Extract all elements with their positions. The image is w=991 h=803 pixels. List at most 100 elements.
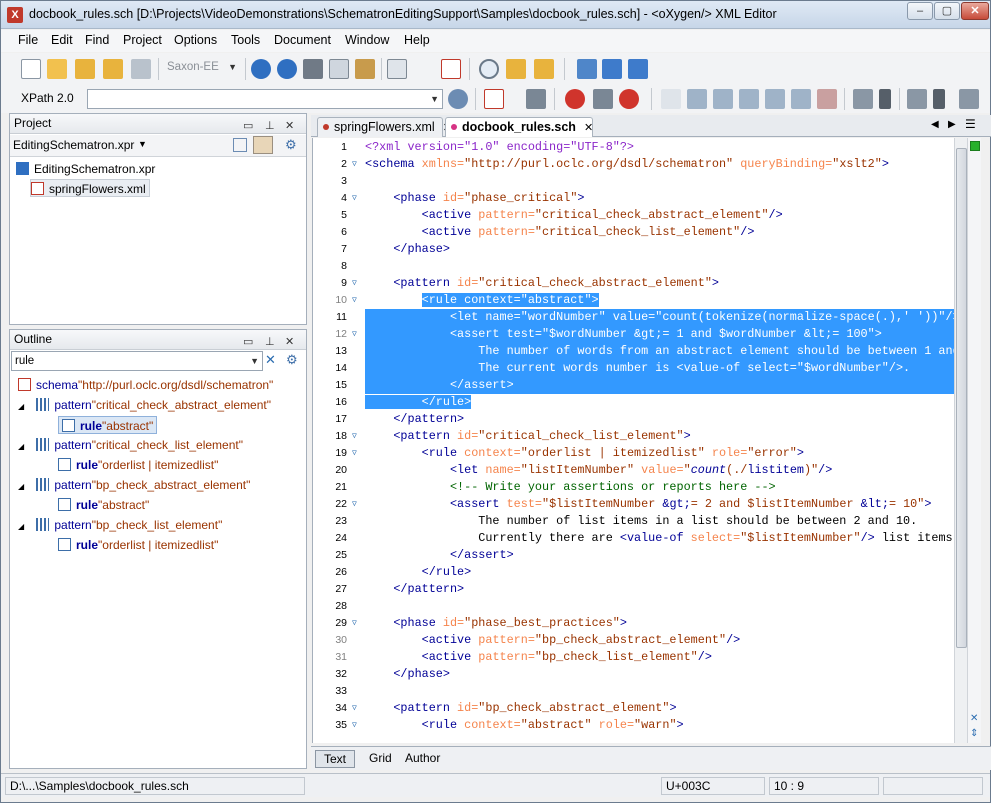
code-line[interactable]: 8 [313, 258, 966, 275]
overflow-icon[interactable] [933, 89, 945, 109]
find-in-files-icon[interactable] [506, 59, 526, 79]
close-panel-icon[interactable]: ✕ [285, 333, 294, 352]
xml-doc-icon[interactable] [687, 89, 707, 109]
restore-icon[interactable]: ▭ [243, 117, 253, 136]
transformer-combo[interactable]: Saxon-EE ▼ [164, 58, 240, 78]
tab-springflowers[interactable]: springFlowers.xml✕ [317, 117, 452, 137]
code-line[interactable]: 32 </phase> [313, 666, 966, 683]
code-line[interactable]: 25 </assert> [313, 547, 966, 564]
close-marker-icon[interactable]: ✕ [970, 713, 978, 724]
outline-settings-icon[interactable]: ⚙ [286, 352, 298, 368]
back-arrow-icon[interactable] [602, 59, 622, 79]
back-last-edit-icon[interactable] [577, 59, 597, 79]
fold-toggle-icon[interactable]: ▽ [352, 496, 357, 513]
outline-pattern-item[interactable]: ◢ pattern"bp_check_abstract_element" [18, 476, 250, 494]
expand-toggle-icon[interactable]: ◢ [18, 402, 26, 411]
compare-icon[interactable] [817, 89, 837, 109]
outline-rule-item[interactable]: rule"orderlist | itemizedlist" [58, 536, 218, 554]
project-file-combo[interactable]: EditingSchematron.xpr [13, 138, 134, 152]
xpath-input[interactable]: ▼ [87, 89, 443, 109]
configure-transformation-icon[interactable] [593, 89, 613, 109]
code-line[interactable]: 28 [313, 598, 966, 615]
new-file-icon[interactable] [21, 59, 41, 79]
menu-find[interactable]: Find [85, 33, 109, 47]
fold-toggle-icon[interactable]: ▽ [352, 717, 357, 734]
fold-toggle-icon[interactable]: ▽ [352, 700, 357, 717]
close-tab-icon[interactable]: ✕ [584, 122, 593, 134]
generate-icon[interactable] [739, 89, 759, 109]
open-url-icon[interactable] [75, 59, 95, 79]
fold-toggle-icon[interactable]: ▽ [352, 156, 357, 173]
menu-edit[interactable]: Edit [51, 33, 73, 47]
code-line[interactable]: 18 ▽ <pattern id="critical_check_list_ele… [313, 428, 966, 445]
cut-icon[interactable] [303, 59, 323, 79]
fold-toggle-icon[interactable]: ▽ [352, 190, 357, 207]
tab-author-mode[interactable]: Author [397, 750, 448, 768]
close-window-button[interactable]: ✕ [961, 2, 989, 20]
fold-toggle-icon[interactable]: ▽ [352, 428, 357, 445]
code-line[interactable]: 12 ▽ <assert test="$wordNumber &gt;= 1 an… [313, 326, 966, 343]
code-line[interactable]: 24 Currently there are <value-of select=… [313, 530, 966, 547]
project-root-item[interactable]: EditingSchematron.xpr [16, 160, 155, 178]
fold-toggle-icon[interactable]: ▽ [352, 445, 357, 462]
pin-icon[interactable]: ⊥ [265, 333, 275, 352]
code-line[interactable]: 21 <!-- Write your assertions or reports… [313, 479, 966, 496]
menu-project[interactable]: Project [123, 33, 162, 47]
code-line[interactable]: 3 [313, 173, 966, 190]
restore-icon[interactable]: ▭ [243, 333, 253, 352]
fold-toggle-icon[interactable]: ▽ [352, 292, 357, 309]
format-indent-icon[interactable] [387, 59, 407, 79]
outline-schema-item[interactable]: schema"http://purl.oclc.org/dsdl/schemat… [18, 376, 273, 394]
debug-transformation-icon[interactable] [619, 89, 639, 109]
code-line[interactable]: 20 <let name="listItemNumber" value="cou… [313, 462, 966, 479]
minimize-button[interactable]: – [907, 2, 933, 20]
find-icon[interactable] [479, 59, 499, 79]
redo-icon[interactable] [277, 59, 297, 79]
collapse-all-icon[interactable] [233, 138, 247, 152]
code-line[interactable]: 33 [313, 683, 966, 700]
code-line[interactable]: 35 ▽ <rule context="abstract" role="warn"… [313, 717, 966, 734]
settings-gear-icon[interactable]: ⚙ [285, 137, 297, 153]
find-replace-files-icon[interactable] [534, 59, 554, 79]
validation-options-icon[interactable] [526, 89, 546, 109]
fold-toggle-icon[interactable]: ▽ [352, 326, 357, 343]
code-line[interactable]: 22 ▽ <assert test="$listItemNumber &gt;= … [313, 496, 966, 513]
code-line[interactable]: 27 </pattern> [313, 581, 966, 598]
editor-vertical-scrollbar[interactable] [954, 138, 967, 743]
edit-icon[interactable] [959, 89, 979, 109]
chevron-down-icon[interactable]: ▼ [138, 139, 147, 149]
code-line[interactable]: 17 </pattern> [313, 411, 966, 428]
project-file-item[interactable]: springFlowers.xml [30, 179, 150, 197]
code-line[interactable]: 10 ▽ <rule context="abstract"> [313, 292, 966, 309]
validate-icon[interactable] [484, 89, 504, 109]
code-line[interactable]: 34 ▽ <pattern id="bp_check_abstract_eleme… [313, 700, 966, 717]
schema-icon[interactable] [713, 89, 733, 109]
outline-rule-item[interactable]: rule"abstract" [58, 496, 149, 514]
menu-help[interactable]: Help [404, 33, 430, 47]
toggle-comment-icon[interactable] [441, 59, 461, 79]
forward-arrow-icon[interactable] [628, 59, 648, 79]
code-editor[interactable]: 1 <?xml version="1.0" encoding="UTF-8"?> 2… [312, 138, 966, 743]
code-line[interactable]: 31 <active pattern="bp_check_list_elemen… [313, 649, 966, 666]
link-with-editor-icon[interactable] [253, 136, 273, 154]
menu-options[interactable]: Options [174, 33, 217, 47]
outline-pattern-item[interactable]: ◢ pattern"critical_check_abstract_elemen… [18, 396, 271, 414]
pin-icon[interactable]: ⊥ [265, 117, 275, 136]
code-line[interactable]: 15 </assert> [313, 377, 966, 394]
open-folder-icon[interactable] [47, 59, 67, 79]
outline-pattern-item[interactable]: ◢ pattern"critical_check_list_element" [18, 436, 243, 454]
maximize-button[interactable]: ▢ [934, 2, 960, 20]
code-line[interactable]: 11 <let name="wordNumber" value="count(t… [313, 309, 966, 326]
overflow-icon[interactable] [879, 89, 891, 109]
fold-toggle-icon[interactable]: ▽ [352, 275, 357, 292]
tab-docbook-rules[interactable]: docbook_rules.sch ✕ [445, 117, 593, 137]
code-line[interactable]: 6 <active pattern="critical_check_list_e… [313, 224, 966, 241]
tab-list-icon[interactable]: ☰ [965, 117, 976, 131]
code-line[interactable]: 13 The number of words from an abstract … [313, 343, 966, 360]
apply-transformation-icon[interactable] [565, 89, 585, 109]
expand-toggle-icon[interactable]: ◢ [18, 522, 26, 531]
fold-toggle-icon[interactable]: ▽ [352, 615, 357, 632]
outline-filter-input[interactable]: rule ▼ [11, 351, 263, 371]
code-line[interactable]: 2 ▽ <schema xmlns="http://purl.oclc.org/ds… [313, 156, 966, 173]
code-line[interactable]: 23 The number of list items in a list sh… [313, 513, 966, 530]
